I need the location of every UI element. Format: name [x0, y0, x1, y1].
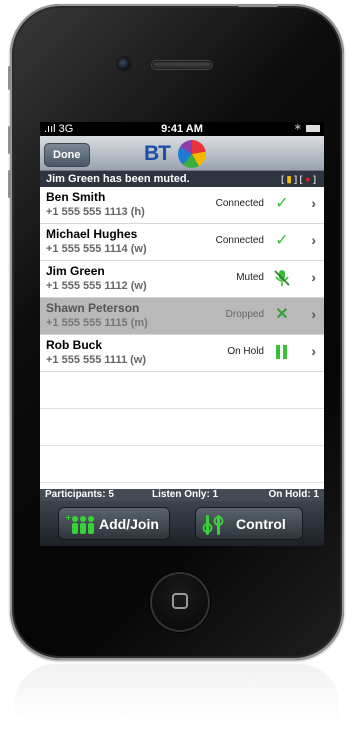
battery-icon	[306, 125, 320, 132]
people-icon: +	[65, 513, 95, 540]
pause-icon	[272, 342, 292, 362]
navigation-bar: Done BT	[40, 136, 324, 171]
clock: 9:41 AM	[40, 123, 324, 135]
cross-icon: ✕	[272, 305, 292, 325]
sleep-button	[238, 4, 278, 7]
empty-row	[40, 372, 324, 409]
participant-status: Muted	[236, 272, 264, 283]
bottom-toolbar: + Add/Join Control	[40, 501, 324, 546]
record-icon: ●	[305, 174, 310, 184]
home-square-icon	[172, 593, 188, 609]
chevron-right-icon[interactable]: ›	[311, 343, 316, 359]
check-icon: ✓	[272, 231, 292, 251]
participant-row[interactable]: Shawn Peterson +1 555 555 1115 (m) Dropp…	[40, 298, 324, 335]
controls-icon	[202, 513, 226, 542]
control-button[interactable]: Control	[195, 507, 303, 540]
participant-name: Jim Green	[46, 264, 105, 278]
participant-number: +1 555 555 1114 (w)	[46, 243, 147, 255]
participants-count: Participants: 5	[45, 489, 114, 501]
call-status-icons: [ ▮ ] [ ● ]	[281, 171, 316, 187]
empty-row	[40, 409, 324, 446]
chevron-right-icon[interactable]: ›	[311, 306, 316, 322]
volume-up-button	[8, 126, 11, 154]
participant-name: Shawn Peterson	[46, 301, 139, 315]
bt-logo-text: BT	[144, 142, 170, 166]
app-screen: .ııl 3G 9:41 AM ∗ Done BT Jim Green has …	[40, 122, 324, 546]
lock-icon: ▮	[287, 174, 292, 184]
participant-row[interactable]: Ben Smith +1 555 555 1113 (h) Connected …	[40, 187, 324, 224]
notification-text: Jim Green has been muted.	[46, 173, 190, 185]
summary-bar: Participants: 5 Listen Only: 1 On Hold: …	[40, 489, 324, 501]
participant-row[interactable]: Jim Green +1 555 555 1112 (w) Muted ›	[40, 261, 324, 298]
check-icon: ✓	[272, 194, 292, 214]
globe-icon	[178, 140, 206, 168]
volume-down-button	[8, 170, 11, 198]
participant-name: Ben Smith	[46, 190, 105, 204]
participant-list: Ben Smith +1 555 555 1113 (h) Connected …	[40, 187, 324, 483]
on-hold-count: On Hold: 1	[268, 489, 319, 501]
participant-number: +1 555 555 1111 (w)	[46, 354, 146, 366]
chevron-right-icon[interactable]: ›	[311, 269, 316, 285]
add-join-button[interactable]: + Add/Join	[58, 507, 170, 540]
chevron-right-icon[interactable]: ›	[311, 195, 316, 211]
participant-name: Rob Buck	[46, 338, 102, 352]
participant-name: Michael Hughes	[46, 227, 137, 241]
participant-row[interactable]: Rob Buck +1 555 555 1111 (w) On Hold ›	[40, 335, 324, 372]
participant-number: +1 555 555 1112 (w)	[46, 280, 147, 292]
participant-number: +1 555 555 1113 (h)	[46, 206, 145, 218]
done-button[interactable]: Done	[44, 143, 90, 167]
muted-mic-icon	[272, 268, 292, 288]
control-label: Control	[236, 516, 286, 532]
listen-only-count: Listen Only: 1	[152, 489, 218, 501]
participant-row[interactable]: Michael Hughes +1 555 555 1114 (w) Conne…	[40, 224, 324, 261]
phone-reflection	[15, 664, 339, 724]
svg-text:+: +	[65, 513, 72, 522]
earpiece-speaker	[152, 61, 212, 69]
notification-banner: Jim Green has been muted. [ ▮ ] [ ● ]	[40, 171, 324, 187]
participant-status: Connected	[216, 198, 264, 209]
mute-switch	[8, 66, 11, 90]
status-bar: .ııl 3G 9:41 AM ∗	[40, 122, 324, 136]
front-camera	[118, 58, 130, 70]
participant-number: +1 555 555 1115 (m)	[46, 317, 148, 329]
participant-status: On Hold	[227, 346, 264, 357]
empty-row	[40, 446, 324, 483]
add-join-label: Add/Join	[99, 516, 159, 532]
participant-status: Connected	[216, 235, 264, 246]
bluetooth-icon: ∗	[294, 122, 302, 133]
participant-status: Dropped	[226, 309, 264, 320]
chevron-right-icon[interactable]: ›	[311, 232, 316, 248]
